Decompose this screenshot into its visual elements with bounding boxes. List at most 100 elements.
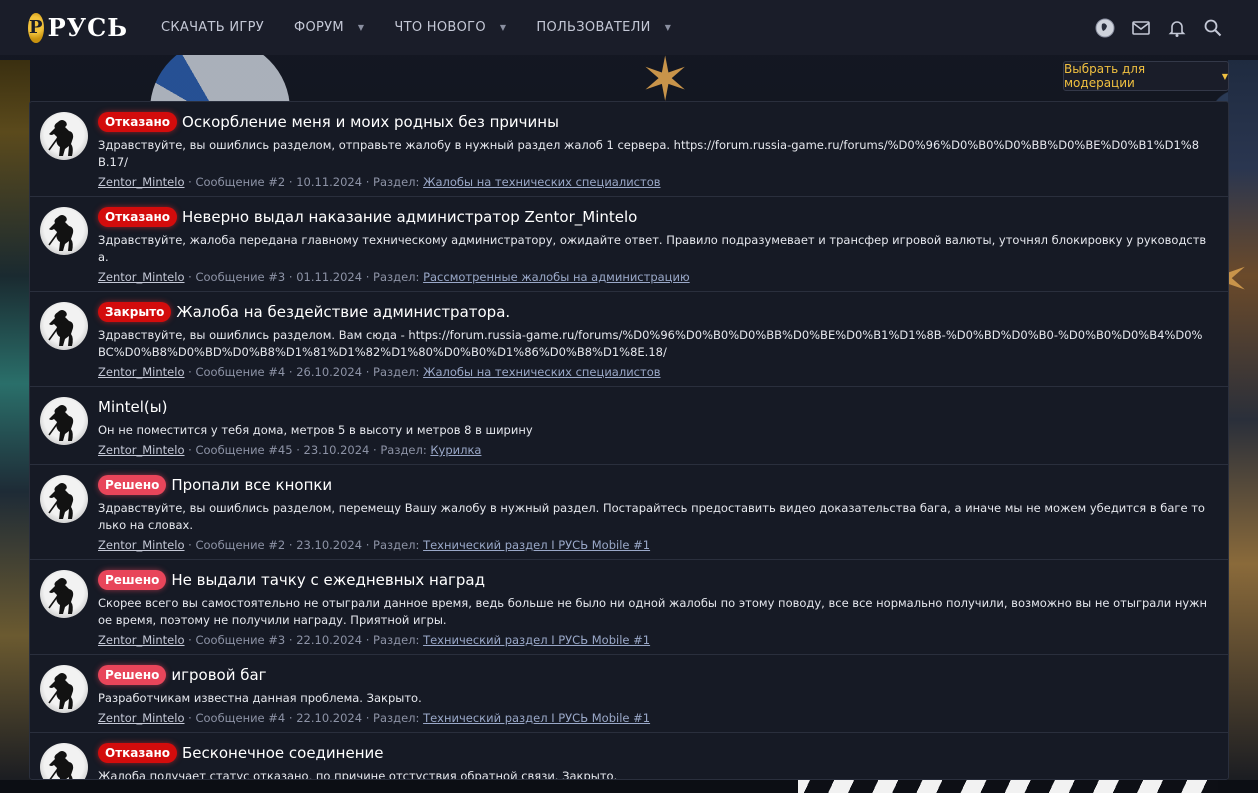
result-title-link[interactable]: Не выдали тачку с ежедневных наград	[171, 571, 485, 589]
meta-separator: ·	[365, 538, 374, 552]
section-label: Раздел:	[380, 443, 431, 457]
site-logo[interactable]: Р РУСЬ	[28, 12, 128, 43]
avatar[interactable]	[40, 743, 88, 779]
author-link[interactable]: Zentor_Mintelo	[98, 175, 185, 189]
rider-silhouette-icon	[48, 310, 74, 346]
section-link[interactable]: Курилка	[430, 443, 481, 457]
avatar[interactable]	[40, 207, 88, 255]
result-snippet: Здравствуйте, вы ошиблись разделом, пере…	[98, 501, 1205, 532]
result-title-row: Отказано Бесконечное соединение	[98, 742, 1216, 764]
rider-silhouette-icon	[48, 483, 74, 519]
post-date: 23.10.2024	[296, 538, 363, 552]
search-icon[interactable]	[1202, 17, 1224, 39]
nav-item-label: ФОРУМ	[294, 20, 344, 35]
message-number: Сообщение #2	[195, 175, 286, 189]
result-title-link[interactable]: Пропали все кнопки	[171, 476, 332, 494]
result-title-link[interactable]: Mintel(ы)	[98, 398, 167, 416]
author-link[interactable]: Zentor_Mintelo	[98, 365, 185, 379]
avatar-globe-icon[interactable]	[1094, 17, 1116, 39]
author-link[interactable]: Zentor_Mintelo	[98, 538, 185, 552]
nav-item-label: ПОЛЬЗОВАТЕЛИ	[536, 20, 651, 35]
section-label: Раздел:	[373, 633, 424, 647]
rider-silhouette-icon	[48, 120, 74, 156]
author-link[interactable]: Zentor_Mintelo	[98, 633, 185, 647]
post-date: 22.10.2024	[296, 633, 363, 647]
result-snippet: Здравствуйте, вы ошиблись разделом, отпр…	[98, 138, 1200, 169]
background-left-decoration	[0, 60, 30, 780]
nav-item-whats-new[interactable]: ЧТО НОВОГО ▼	[379, 0, 521, 55]
result-title-link[interactable]: Жалоба на бездействие администратора.	[176, 303, 510, 321]
section-label: Раздел:	[373, 711, 424, 725]
result-meta: Zentor_Mintelo · Сообщение #4 · 22.10.20…	[98, 710, 1216, 732]
avatar[interactable]	[40, 665, 88, 713]
message-number: Сообщение #45	[195, 443, 293, 457]
nav-item-users[interactable]: ПОЛЬЗОВАТЕЛИ ▼	[521, 0, 686, 55]
avatar[interactable]	[40, 570, 88, 618]
avatar[interactable]	[40, 397, 88, 445]
bell-icon[interactable]	[1166, 17, 1188, 39]
post-date: 10.11.2024	[296, 175, 363, 189]
rider-silhouette-icon	[48, 405, 74, 441]
post-date: 01.11.2024	[296, 270, 363, 284]
result-meta: Zentor_Mintelo · Сообщение #45 · 23.10.2…	[98, 442, 1216, 464]
logo-horse-mark: Р	[28, 12, 44, 43]
section-label: Раздел:	[373, 365, 424, 379]
chevron-down-icon[interactable]: ▼	[665, 23, 671, 32]
post-date: 23.10.2024	[303, 443, 370, 457]
result-snippet: Здравствуйте, вы ошиблись разделом. Вам …	[98, 328, 1203, 359]
list-item: Mintel(ы) Он не поместится у тебя дома, …	[30, 387, 1228, 465]
result-meta: Zentor_Mintelo · Сообщение #3 · 22.10.20…	[98, 632, 1216, 654]
chevron-down-icon[interactable]: ▼	[500, 23, 506, 32]
meta-separator: ·	[365, 175, 374, 189]
author-link[interactable]: Zentor_Mintelo	[98, 711, 185, 725]
author-link[interactable]: Zentor_Mintelo	[98, 443, 185, 457]
section-label: Раздел:	[373, 270, 424, 284]
status-badge: Решено	[98, 475, 167, 495]
list-item: Отказано Бесконечное соединение Жалоба п…	[30, 733, 1228, 779]
result-meta: Zentor_Mintelo · Сообщение #3 · 01.11.20…	[98, 269, 1216, 291]
result-title-row: Решено Пропали все кнопки	[98, 474, 1216, 496]
message-number: Сообщение #3	[195, 270, 286, 284]
message-number: Сообщение #3	[195, 633, 286, 647]
result-title-link[interactable]: Оскорбление меня и моих родных без причи…	[182, 113, 559, 131]
result-snippet: Он не поместится у тебя дома, метров 5 в…	[98, 423, 533, 437]
status-badge: Решено	[98, 570, 167, 590]
result-meta: Zentor_Mintelo · Сообщение #4 · 26.10.20…	[98, 364, 1216, 386]
result-title-link[interactable]: игровой баг	[171, 666, 266, 684]
section-link[interactable]: Жалобы на технических специалистов	[423, 365, 660, 379]
mail-icon[interactable]	[1130, 17, 1152, 39]
chevron-down-icon[interactable]: ▼	[358, 23, 364, 32]
nav-item-label: ЧТО НОВОГО	[394, 20, 486, 35]
background-right-decoration	[1228, 60, 1258, 780]
result-title-row: Решено игровой баг	[98, 664, 1216, 686]
avatar[interactable]	[40, 302, 88, 350]
list-item: Отказано Неверно выдал наказание админис…	[30, 197, 1228, 292]
post-date: 22.10.2024	[296, 711, 363, 725]
result-meta: Zentor_Mintelo · Сообщение #2 · 23.10.20…	[98, 537, 1216, 559]
avatar[interactable]	[40, 475, 88, 523]
meta-separator: ·	[365, 270, 374, 284]
section-link[interactable]: Технический раздел I РУСЬ Mobile #1	[423, 711, 650, 725]
result-title-row: Решено Не выдали тачку с ежедневных нагр…	[98, 569, 1216, 591]
result-title-row: Закрыто Жалоба на бездействие администра…	[98, 301, 1216, 323]
rider-silhouette-icon	[48, 578, 74, 614]
list-item: Отказано Оскорбление меня и моих родных …	[30, 102, 1228, 197]
avatar[interactable]	[40, 112, 88, 160]
nav-item-forum[interactable]: ФОРУМ ▼	[279, 0, 379, 55]
status-badge: Решено	[98, 665, 167, 685]
message-number: Сообщение #4	[195, 365, 286, 379]
message-number: Сообщение #4	[195, 711, 286, 725]
result-title-link[interactable]: Бесконечное соединение	[182, 744, 383, 762]
meta-separator: ·	[365, 365, 374, 379]
section-link[interactable]: Жалобы на технических специалистов	[423, 175, 660, 189]
author-link[interactable]: Zentor_Mintelo	[98, 270, 185, 284]
section-link[interactable]: Технический раздел I РУСЬ Mobile #1	[423, 538, 650, 552]
nav-item-download[interactable]: СКАЧАТЬ ИГРУ	[146, 0, 279, 55]
result-title-row: Отказано Неверно выдал наказание админис…	[98, 206, 1216, 228]
select-for-moderation-button[interactable]: Выбрать для модерации ▼	[1063, 61, 1229, 91]
list-item: Решено игровой баг Разработчикам известн…	[30, 655, 1228, 733]
result-title-link[interactable]: Неверно выдал наказание администратор Ze…	[182, 208, 637, 226]
section-link[interactable]: Рассмотренные жалобы на администрацию	[423, 270, 690, 284]
result-title-row: Отказано Оскорбление меня и моих родных …	[98, 111, 1216, 133]
section-link[interactable]: Технический раздел I РУСЬ Mobile #1	[423, 633, 650, 647]
